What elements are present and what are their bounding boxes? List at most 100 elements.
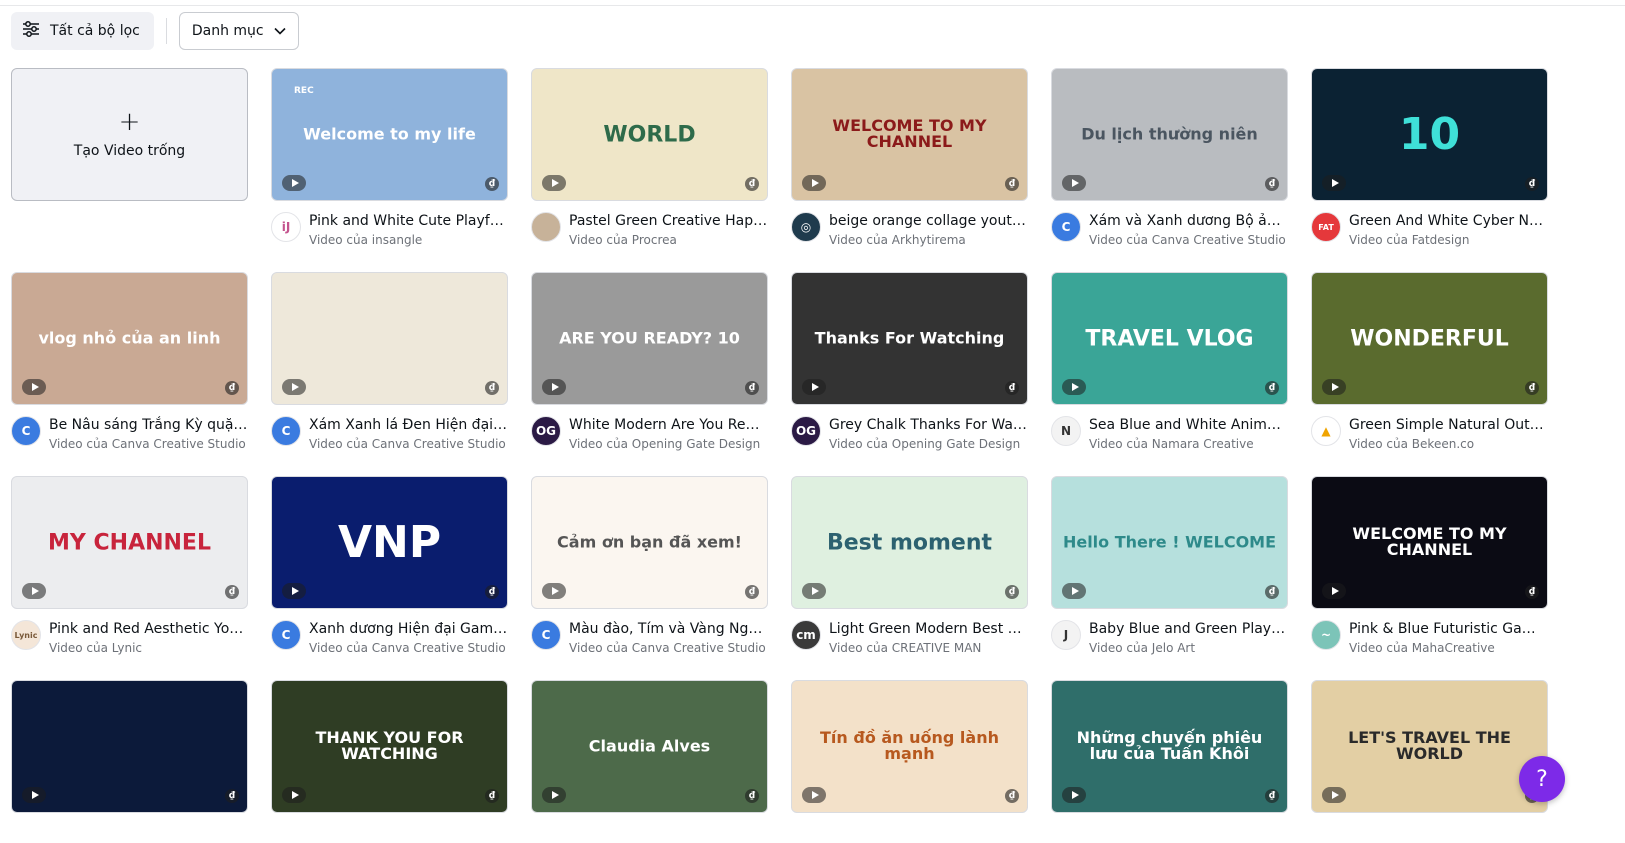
template-title[interactable]: Xám Xanh lá Đen Hiện đại N... — [309, 416, 508, 434]
template-author[interactable]: Video của insangle — [309, 232, 508, 248]
template-card[interactable]: WORLD ₫ Pastel Green Creative Happy... Vide… — [531, 68, 768, 272]
template-card[interactable]: WELCOME TO MY CHANNEL ₫ ◎ beige orange coll… — [791, 68, 1028, 272]
template-thumbnail[interactable]: ₫ — [11, 680, 248, 813]
template-title[interactable]: Light Green Modern Best M... — [829, 620, 1028, 638]
creator-avatar[interactable]: ◎ — [791, 212, 821, 242]
creator-avatar[interactable] — [531, 212, 561, 242]
creator-avatar[interactable]: C — [11, 416, 41, 446]
template-thumbnail[interactable]: Hello There ! WELCOME ₫ — [1051, 476, 1288, 609]
template-card[interactable]: Hello There ! WELCOME ₫ J Baby Blue and Gre… — [1051, 476, 1288, 680]
template-card[interactable]: VNP ₫ C Xanh dương Hiện đại Game ... Video c… — [271, 476, 508, 680]
template-thumbnail[interactable]: Welcome to my life REC ₫ — [271, 68, 508, 201]
creator-avatar[interactable]: iJ — [271, 212, 301, 242]
template-title[interactable]: Pink & Blue Futuristic Gami... — [1349, 620, 1548, 638]
creator-avatar[interactable]: Lynic — [11, 620, 41, 650]
template-title[interactable]: Xám và Xanh dương Bộ ảnh ... — [1089, 212, 1288, 230]
template-thumbnail[interactable]: VNP ₫ — [271, 476, 508, 609]
template-card[interactable]: WELCOME TO MY CHANNEL ₫ ~ Pink & Blue Futur… — [1311, 476, 1548, 680]
template-author[interactable]: Video của Jelo Art — [1089, 640, 1288, 656]
template-card[interactable]: Những chuyến phiêu lưu của Tuấn Khôi ₫ — [1051, 680, 1288, 843]
template-thumbnail[interactable]: Thanks For Watching ₫ — [791, 272, 1028, 405]
creator-avatar[interactable]: N — [1051, 416, 1081, 446]
creator-avatar[interactable]: ~ — [1311, 620, 1341, 650]
template-author[interactable]: Video của CREATIVE MAN — [829, 640, 1028, 656]
template-title[interactable]: Xanh dương Hiện đại Game ... — [309, 620, 508, 638]
template-thumbnail[interactable]: Tín đồ ăn uống lành mạnh ₫ — [791, 680, 1028, 813]
creator-avatar[interactable]: FAT — [1311, 212, 1341, 242]
template-thumbnail[interactable]: MY CHANNEL ₫ — [11, 476, 248, 609]
template-author[interactable]: Video của Bekeen.co — [1349, 436, 1548, 452]
template-card[interactable]: Best moment ₫ cm Light Green Modern Best M.… — [791, 476, 1028, 680]
template-title[interactable]: beige orange collage youtu... — [829, 212, 1028, 230]
template-author[interactable]: Video của Opening Gate Design — [569, 436, 768, 452]
template-thumbnail[interactable]: Những chuyến phiêu lưu của Tuấn Khôi ₫ — [1051, 680, 1288, 813]
template-author[interactable]: Video của Procrea — [569, 232, 768, 248]
template-title[interactable]: Màu đào, Tím và Vàng Nghệ... — [569, 620, 768, 638]
template-card[interactable]: Claudia Alves ₫ — [531, 680, 768, 843]
all-filters-button[interactable]: Tất cả bộ lọc — [11, 12, 154, 50]
template-title[interactable]: Pink and Red Aesthetic YouT... — [49, 620, 248, 638]
creator-avatar[interactable]: C — [271, 416, 301, 446]
template-title[interactable]: Baby Blue and Green Playful... — [1089, 620, 1288, 638]
creator-avatar[interactable]: OG — [791, 416, 821, 446]
template-thumbnail[interactable]: THANK YOU FOR WATCHING ₫ — [271, 680, 508, 813]
template-card[interactable]: WONDERFUL ₫ ▲ Green Simple Natural Outdo...… — [1311, 272, 1548, 476]
template-thumbnail[interactable]: Best moment ₫ — [791, 476, 1028, 609]
template-author[interactable]: Video của Canva Creative Studio — [49, 436, 248, 452]
create-blank-video-button[interactable]: + Tạo Video trống — [11, 68, 248, 201]
template-thumbnail[interactable]: ₫ — [271, 272, 508, 405]
template-author[interactable]: Video của Canva Creative Studio — [309, 640, 508, 656]
template-thumbnail[interactable]: WELCOME TO MY CHANNEL ₫ — [791, 68, 1028, 201]
creator-avatar[interactable]: C — [531, 620, 561, 650]
template-title[interactable]: White Modern Are You Read... — [569, 416, 768, 434]
template-card[interactable]: ₫ C Xám Xanh lá Đen Hiện đại N... Video của… — [271, 272, 508, 476]
template-thumbnail[interactable]: WONDERFUL ₫ — [1311, 272, 1548, 405]
template-card[interactable]: LET'S TRAVEL THE WORLD₫ — [1311, 680, 1548, 843]
template-author[interactable]: Video của MahaCreative — [1349, 640, 1548, 656]
help-button[interactable]: ? — [1519, 756, 1565, 802]
template-card[interactable]: MY CHANNEL ₫ Lynic Pink and Red Aesthetic Y… — [11, 476, 248, 680]
template-card[interactable]: THANK YOU FOR WATCHING ₫ — [271, 680, 508, 843]
template-card[interactable]: Cảm ơn bạn đã xem! ₫ C Màu đào, Tím và Vàng… — [531, 476, 768, 680]
template-author[interactable]: Video của Namara Creative — [1089, 436, 1288, 452]
template-author[interactable]: Video của Fatdesign — [1349, 232, 1548, 248]
template-card[interactable]: TRAVEL VLOG ₫ N Sea Blue and White Animate.… — [1051, 272, 1288, 476]
template-title[interactable]: Green Simple Natural Outdo... — [1349, 416, 1548, 434]
template-author[interactable]: Video của Arkhytirema — [829, 232, 1028, 248]
category-dropdown[interactable]: Danh mục — [178, 12, 299, 50]
template-author[interactable]: Video của Opening Gate Design — [829, 436, 1028, 452]
template-author[interactable]: Video của Canva Creative Studio — [1089, 232, 1288, 248]
template-title[interactable]: Pink and White Cute Playful ... — [309, 212, 508, 230]
template-thumbnail[interactable]: Cảm ơn bạn đã xem! ₫ — [531, 476, 768, 609]
template-title[interactable]: Sea Blue and White Animate... — [1089, 416, 1288, 434]
template-card[interactable]: Du lịch thường niên ₫ C Xám và Xanh dương B… — [1051, 68, 1288, 272]
template-thumbnail[interactable]: vlog nhỏ của an linh ₫ — [11, 272, 248, 405]
template-thumbnail[interactable]: 10 ₫ — [1311, 68, 1548, 201]
template-thumbnail[interactable]: WORLD ₫ — [531, 68, 768, 201]
template-author[interactable]: Video của Canva Creative Studio — [569, 640, 768, 656]
template-card[interactable]: vlog nhỏ của an linh ₫ C Be Nâu sáng Trắng … — [11, 272, 248, 476]
template-thumbnail[interactable]: Du lịch thường niên ₫ — [1051, 68, 1288, 201]
template-author[interactable]: Video của Canva Creative Studio — [309, 436, 508, 452]
template-title[interactable]: Pastel Green Creative Happy... — [569, 212, 768, 230]
creator-avatar[interactable]: C — [271, 620, 301, 650]
template-thumbnail[interactable]: Claudia Alves ₫ — [531, 680, 768, 813]
template-author[interactable]: Video của Lynic — [49, 640, 248, 656]
template-title[interactable]: Grey Chalk Thanks For Watc... — [829, 416, 1028, 434]
creator-avatar[interactable]: ▲ — [1311, 416, 1341, 446]
template-title[interactable]: Be Nâu sáng Trắng Kỳ quặc ... — [49, 416, 248, 434]
creator-avatar[interactable]: OG — [531, 416, 561, 446]
template-card[interactable]: ₫ — [11, 680, 248, 843]
template-thumbnail[interactable]: ARE YOU READY? 10 ₫ — [531, 272, 768, 405]
template-card[interactable]: Tín đồ ăn uống lành mạnh ₫ — [791, 680, 1028, 843]
template-thumbnail[interactable]: TRAVEL VLOG ₫ — [1051, 272, 1288, 405]
template-title[interactable]: Green And White Cyber Neo... — [1349, 212, 1548, 230]
template-thumbnail[interactable]: LET'S TRAVEL THE WORLD₫ — [1311, 680, 1548, 813]
template-card[interactable]: ARE YOU READY? 10 ₫ OG White Modern Are You… — [531, 272, 768, 476]
template-card[interactable]: Welcome to my life REC ₫ iJ Pink and White C… — [271, 68, 508, 272]
creator-avatar[interactable]: J — [1051, 620, 1081, 650]
template-card[interactable]: 10 ₫ FAT Green And White Cyber Neo... Video … — [1311, 68, 1548, 272]
template-thumbnail[interactable]: WELCOME TO MY CHANNEL ₫ — [1311, 476, 1548, 609]
creator-avatar[interactable]: cm — [791, 620, 821, 650]
creator-avatar[interactable]: C — [1051, 212, 1081, 242]
